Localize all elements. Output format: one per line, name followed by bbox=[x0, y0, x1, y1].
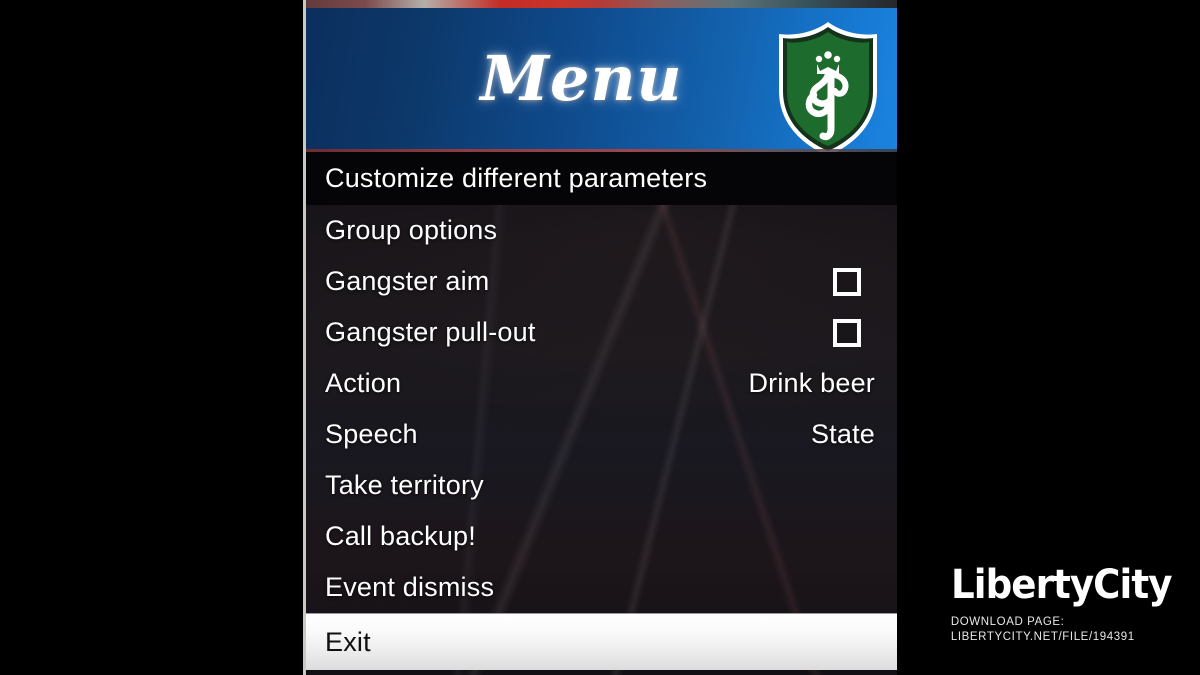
menu-item-value-action[interactable]: Drink beer bbox=[748, 368, 875, 399]
scene-sliver bbox=[306, 0, 897, 8]
menu-item-customize-different-parameters[interactable]: Customize different parameters bbox=[306, 152, 897, 205]
menu-item-label: Call backup! bbox=[325, 521, 476, 551]
checkbox-gangster-aim[interactable] bbox=[833, 267, 861, 296]
menu-item-label: Speech bbox=[325, 419, 418, 449]
menu-item-label: Customize different parameters bbox=[325, 163, 708, 193]
download-page-url: LIBERTYCITY.NET/FILE/194391 bbox=[950, 631, 1135, 643]
menu-item-event-dismiss[interactable]: Event dismiss bbox=[306, 562, 897, 613]
menu-item-gangster-aim[interactable]: Gangster aim bbox=[306, 256, 897, 307]
menu-item-gangster-pull-out[interactable]: Gangster pull-out bbox=[306, 307, 897, 358]
menu-item-label: Gangster aim bbox=[325, 266, 490, 296]
menu-item-label: Group options bbox=[325, 215, 498, 245]
menu-item-call-backup[interactable]: Call backup! bbox=[306, 511, 897, 562]
menu-header: Menu bbox=[306, 8, 897, 156]
menu-item-speech[interactable]: Speech State bbox=[306, 409, 897, 460]
download-page-label: DOWNLOAD PAGE: bbox=[950, 616, 1065, 628]
screenshot-stage: Menu Customize different parameters Grou… bbox=[0, 0, 1200, 675]
menu-item-exit[interactable]: Exit bbox=[306, 613, 897, 670]
menu-item-value-speech[interactable]: State bbox=[811, 419, 875, 450]
menu-item-label: Exit bbox=[325, 626, 371, 657]
menu-item-list: Customize different parameters Group opt… bbox=[306, 152, 897, 675]
checkbox-gangster-pull-out[interactable] bbox=[833, 318, 861, 347]
menu-item-label: Gangster pull-out bbox=[325, 317, 536, 347]
menu-item-label: Take territory bbox=[325, 470, 484, 500]
green-shield-crowned-serpent-icon bbox=[773, 19, 883, 159]
gta-mod-menu-panel: Menu Customize different parameters Grou… bbox=[303, 0, 897, 675]
menu-item-label: Event dismiss bbox=[325, 572, 495, 602]
libertycity-logo: LibertyCity bbox=[950, 562, 1172, 608]
menu-item-take-territory[interactable]: Take territory bbox=[306, 460, 897, 511]
menu-item-group-options[interactable]: Group options bbox=[306, 205, 897, 256]
libertycity-watermark: LibertyCity DOWNLOAD PAGE: LIBERTYCITY.N… bbox=[951, 564, 1188, 645]
menu-item-action[interactable]: Action Drink beer bbox=[306, 358, 897, 409]
menu-item-label: Action bbox=[325, 368, 402, 398]
